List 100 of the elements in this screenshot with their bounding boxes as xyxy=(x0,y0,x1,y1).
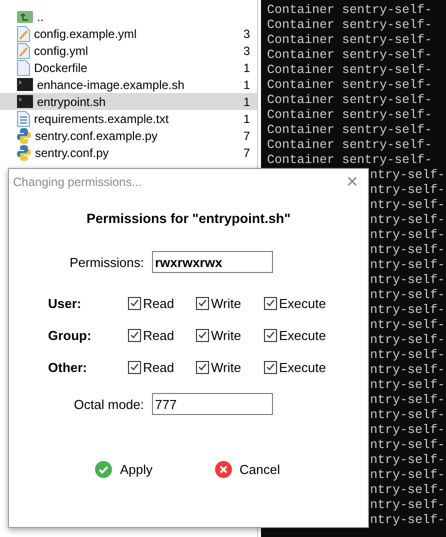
group-label: Other: xyxy=(48,360,88,374)
terminal-line: Container sentry-self- xyxy=(267,63,432,77)
checkbox-label: Write xyxy=(211,296,242,310)
file-icon xyxy=(17,60,30,76)
terminal-icon xyxy=(17,95,33,108)
python-icon xyxy=(17,128,31,144)
file-name: config.yml xyxy=(34,44,90,58)
text-file-icon xyxy=(17,110,30,126)
terminal-line: ntry-self- xyxy=(370,228,446,242)
checkbox[interactable] xyxy=(264,296,277,310)
checkbox[interactable] xyxy=(196,296,209,310)
group-label: User: xyxy=(48,296,82,310)
checkbox-label: Execute xyxy=(279,360,326,374)
terminal-line: ntry-self- xyxy=(370,423,446,437)
file-row[interactable]: sentry.conf.py 7 xyxy=(0,144,257,161)
file-row[interactable]: enhance-image.example.sh 1 xyxy=(0,76,257,93)
terminal-line: ntry-self- xyxy=(370,243,446,257)
file-count: 3 xyxy=(243,44,250,58)
file-count: 1 xyxy=(243,112,250,126)
terminal-line: Container sentry-self- xyxy=(267,33,432,47)
terminal-line: ntry-self- xyxy=(370,183,446,197)
checkbox-label: Execute xyxy=(279,328,326,342)
checkbox[interactable] xyxy=(128,296,141,310)
file-count: 1 xyxy=(243,94,250,108)
terminal-line: Container sentry-self- xyxy=(267,153,432,167)
terminal-line: ntry-self- xyxy=(370,213,446,227)
terminal-line: ntry-self- xyxy=(370,408,446,422)
file-count: 3 xyxy=(243,26,250,40)
terminal-line: ntry-self- xyxy=(370,363,446,377)
checkbox-label: Write xyxy=(211,360,242,374)
file-name: enhance-image.example.sh xyxy=(37,78,186,92)
checkbox-label: Read xyxy=(143,296,174,310)
terminal-line: Container sentry-self- xyxy=(267,108,432,122)
terminal-line: Container sentry-self- xyxy=(267,3,432,17)
terminal-line: ntry-self- xyxy=(370,333,446,347)
file-count: 1 xyxy=(243,60,250,74)
file-row[interactable]: config.example.yml 3 xyxy=(0,25,257,42)
close-button[interactable]: × xyxy=(346,172,358,192)
python-icon xyxy=(17,144,31,160)
file-row[interactable]: entrypoint.sh 1 xyxy=(0,93,257,110)
terminal-line: ntry-self- xyxy=(370,483,446,497)
group-label: Group: xyxy=(48,328,92,342)
checkbox[interactable] xyxy=(264,328,277,342)
permissions-label: Permissions: xyxy=(68,254,145,270)
checkbox-label: Execute xyxy=(279,296,326,310)
check-circle-icon xyxy=(95,461,112,478)
file-row[interactable]: .. xyxy=(0,8,257,25)
checkbox-label: Read xyxy=(143,360,174,374)
checkbox[interactable] xyxy=(128,328,141,342)
terminal-line: ntry-self- xyxy=(370,378,446,392)
checkbox[interactable] xyxy=(196,328,209,342)
terminal-line: ntry-self- xyxy=(370,168,446,182)
terminal-line: ntry-self- xyxy=(370,438,446,452)
permissions-field[interactable]: rwxrwxrwx xyxy=(152,251,273,273)
file-row[interactable]: requirements.example.txt 1 xyxy=(0,110,257,127)
file-name: sentry.conf.example.py xyxy=(35,128,159,142)
file-row[interactable]: Dockerfile 1 xyxy=(0,59,257,76)
terminal-line: Container sentry-self- xyxy=(267,48,432,62)
file-count: 7 xyxy=(243,146,250,160)
terminal-line: ntry-self- xyxy=(370,468,446,482)
file-name: entrypoint.sh xyxy=(37,94,107,108)
file-row[interactable]: config.yml 3 xyxy=(0,42,257,59)
terminal-line: ntry-self- xyxy=(370,288,446,302)
terminal-line: ntry-self- xyxy=(370,303,446,317)
terminal-icon xyxy=(17,78,33,91)
checkbox-label: Write xyxy=(211,328,242,342)
octal-label: Octal mode: xyxy=(72,396,145,412)
octal-field[interactable]: 777 xyxy=(152,393,273,415)
dialog-heading: Permissions for "entrypoint.sh" xyxy=(85,211,292,226)
terminal-line: ntry-self- xyxy=(370,513,446,527)
file-pencil-icon xyxy=(17,26,30,42)
apply-button[interactable]: Apply xyxy=(95,461,153,478)
window-title: Changing permissions... xyxy=(13,175,142,189)
checkbox[interactable] xyxy=(196,360,209,374)
checkbox[interactable] xyxy=(264,360,277,374)
terminal-line: ntry-self- xyxy=(370,258,446,272)
terminal-line: ntry-self- xyxy=(370,453,446,467)
folder-up-icon xyxy=(17,10,33,24)
file-name: config.example.yml xyxy=(34,26,138,40)
file-name: requirements.example.txt xyxy=(34,112,170,126)
file-row[interactable]: sentry.conf.example.py 7 xyxy=(0,127,257,144)
close-circle-icon xyxy=(214,461,232,478)
terminal-line: ntry-self- xyxy=(370,198,446,212)
terminal-line: ntry-self- xyxy=(370,318,446,332)
terminal-line: Container sentry-self- xyxy=(267,93,432,107)
terminal-line: Container sentry-self- xyxy=(267,123,432,137)
checkbox[interactable] xyxy=(128,360,141,374)
terminal-line: ntry-self- xyxy=(370,348,446,362)
checkbox-label: Read xyxy=(143,328,174,342)
cancel-button[interactable]: Cancel xyxy=(214,461,280,478)
terminal-line: ntry-self- xyxy=(370,498,446,512)
terminal-line: Container sentry-self- xyxy=(267,78,432,92)
file-pencil-icon xyxy=(17,42,30,58)
file-name: .. xyxy=(37,10,45,24)
terminal-line: ntry-self- xyxy=(370,393,446,407)
terminal-line: Container sentry-self- xyxy=(267,18,432,32)
file-name: Dockerfile xyxy=(34,60,88,74)
file-count: 1 xyxy=(243,78,250,92)
file-name: sentry.conf.py xyxy=(35,146,110,160)
terminal-line: Container sentry-self- xyxy=(267,138,432,152)
